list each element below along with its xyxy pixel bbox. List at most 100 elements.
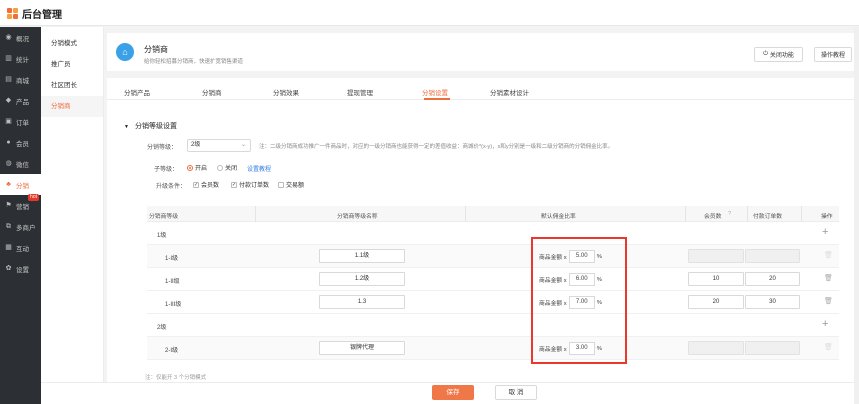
sidebar-item-label: 商城 bbox=[16, 77, 29, 85]
add-icon[interactable]: + bbox=[822, 318, 828, 330]
sublevel-on-label: 开启 bbox=[195, 166, 208, 172]
level-table: 分销商等级 分销商等级名称 默认佣金比率 会员数 ? 付款订单数 操作 1级 +… bbox=[147, 206, 839, 376]
level-name-input[interactable]: 1.1级 bbox=[319, 249, 405, 263]
cancel-button[interactable]: 取 消 bbox=[495, 385, 537, 400]
tab-bar: 分销产品 分销商 分销效果 提现管理 分销设置 分销素材设计 bbox=[107, 78, 859, 100]
sidebar-item-settings[interactable]: ✿ 设置 bbox=[0, 258, 41, 279]
level-select[interactable]: 2级 ⌄ bbox=[187, 139, 251, 152]
radio-unchecked-icon bbox=[217, 164, 223, 171]
chart-icon: ▥ bbox=[5, 55, 12, 62]
sidebar-item-members[interactable]: ● 会员 bbox=[0, 132, 41, 153]
section-title-text: 分销等级设置 bbox=[134, 123, 177, 130]
tab-effect[interactable]: 分销效果 bbox=[273, 87, 299, 97]
upgrade-condition-label: 升级条件： bbox=[156, 184, 187, 190]
merchant-icon: ⧉ bbox=[6, 223, 11, 230]
sublevel-off-radio[interactable]: 关闭 bbox=[217, 163, 237, 172]
sidebar-item-label: 微信 bbox=[16, 161, 29, 169]
col-header-level: 分销商等级 bbox=[149, 214, 178, 220]
sidebar-item-label: 互动 bbox=[16, 245, 29, 253]
sidebar-item-interact[interactable]: ▦ 互动 bbox=[0, 237, 41, 258]
trash-icon: 🗑 bbox=[824, 344, 833, 351]
app-logo[interactable]: 后台管理 bbox=[7, 6, 62, 21]
gear-icon: ✿ bbox=[5, 265, 12, 272]
trade-volume-checkbox[interactable]: 交易额 bbox=[278, 180, 304, 189]
sidebar-item-orders[interactable]: ▣ 订单 bbox=[0, 111, 41, 132]
level-label: 分销等级： bbox=[147, 145, 178, 151]
sidebar-item-stats[interactable]: ▥ 统计 bbox=[0, 48, 41, 69]
order-icon: ▣ bbox=[5, 118, 12, 125]
sidebar-item-label: 产品 bbox=[16, 98, 29, 106]
tab-products[interactable]: 分销产品 bbox=[124, 87, 150, 97]
col-header-actions: 操作 bbox=[821, 214, 833, 220]
tab-distributors[interactable]: 分销商 bbox=[202, 87, 222, 97]
subnav-item-mode[interactable]: 分销模式 bbox=[41, 33, 103, 54]
col-header-members: 会员数 bbox=[704, 214, 722, 220]
tab-materials[interactable]: 分销素材设计 bbox=[490, 87, 529, 97]
page-title: 分销商 bbox=[144, 45, 168, 54]
level-name-input[interactable]: 银牌代理 bbox=[319, 341, 405, 355]
members-input[interactable]: 10 bbox=[688, 272, 744, 286]
scrollbar[interactable] bbox=[854, 27, 859, 404]
trade-volume-label: 交易额 bbox=[286, 183, 305, 189]
tab-withdraw[interactable]: 提现管理 bbox=[347, 87, 373, 97]
sidebar-item-distribution[interactable]: ♣ 分销 bbox=[0, 174, 41, 195]
top-bar: 后台管理 bbox=[0, 0, 859, 26]
member-count-checkbox[interactable]: ✓ 会员数 bbox=[193, 180, 219, 189]
hot-badge: hot bbox=[28, 194, 39, 201]
trash-icon[interactable]: 🗑 bbox=[824, 298, 833, 306]
sidebar-item-label: 营销 bbox=[16, 203, 29, 211]
active-tab-indicator bbox=[424, 98, 450, 100]
paid-orders-input[interactable]: 20 bbox=[745, 272, 800, 286]
column-divider bbox=[685, 206, 686, 222]
checkbox-unchecked-icon bbox=[278, 181, 284, 188]
paid-orders-input[interactable]: 30 bbox=[745, 295, 800, 309]
close-feature-button[interactable]: ⏻ 关闭功能 bbox=[754, 47, 803, 62]
column-divider bbox=[255, 206, 256, 222]
power-icon: ⏻ bbox=[763, 51, 768, 57]
radio-checked-icon bbox=[187, 164, 193, 171]
sidebar-item-overview[interactable]: ◉ 概况 bbox=[0, 27, 41, 48]
level-name-input[interactable]: 1.2级 bbox=[319, 272, 405, 286]
logo-icon bbox=[7, 7, 19, 20]
tab-settings[interactable]: 分销设置 bbox=[422, 87, 448, 97]
member-icon: ● bbox=[6, 139, 11, 146]
level-name-input[interactable]: 1.3 bbox=[319, 295, 405, 309]
section-title[interactable]: ▼ 分销等级设置 bbox=[124, 121, 177, 131]
trash-icon[interactable]: 🗑 bbox=[824, 275, 833, 283]
sidebar-item-store[interactable]: ▤ 商城 bbox=[0, 69, 41, 90]
app-title: 后台管理 bbox=[22, 10, 62, 21]
subnav-item-community-leader[interactable]: 社区团长 bbox=[41, 75, 103, 96]
sidebar-item-label: 会员 bbox=[16, 140, 29, 148]
group-row: 2级 + bbox=[147, 314, 839, 337]
table-header: 分销商等级 分销商等级名称 默认佣金比率 会员数 ? 付款订单数 操作 bbox=[147, 206, 839, 222]
tutorial-button[interactable]: 操作教程 bbox=[814, 47, 852, 62]
level-code: 1-III级 bbox=[165, 302, 182, 308]
sublevel-on-radio[interactable]: 开启 bbox=[187, 163, 207, 172]
column-divider bbox=[465, 206, 466, 222]
highlight-box bbox=[531, 237, 627, 364]
subnav-item-distributor[interactable]: 分销商 bbox=[41, 96, 103, 117]
table-row: 2-I级 银牌代理 商品金额 x 3.00% 🗑 bbox=[147, 337, 839, 360]
subnav-item-promoter[interactable]: 推广员 bbox=[41, 54, 103, 75]
settings-panel: 分销产品 分销商 分销效果 提现管理 分销设置 分销素材设计 ▼ 分销等级设置 分… bbox=[107, 78, 859, 404]
main-sidebar: ◉ 概况 ▥ 统计 ▤ 商城 ◆ 产品 ▣ 订单 ● 会员 ◍ 微信 ♣ 分销 ⚑ 营销 hot ⧉… bbox=[0, 27, 41, 404]
save-button[interactable]: 保存 bbox=[432, 385, 474, 400]
members-input[interactable]: 20 bbox=[688, 295, 744, 309]
distributor-icon: ⌂ bbox=[116, 43, 134, 61]
add-icon[interactable]: + bbox=[822, 226, 828, 238]
table-row: 1-III级 1.3 商品金额 x 7.00% 20 30 🗑 bbox=[147, 291, 839, 314]
level-code: 1-II级 bbox=[165, 279, 180, 285]
sidebar-item-wechat[interactable]: ◍ 微信 bbox=[0, 153, 41, 174]
group-row: 1级 + bbox=[147, 222, 839, 245]
sidebar-item-label: 概况 bbox=[16, 35, 29, 43]
sidebar-item-merchants[interactable]: ⧉ 多商户 bbox=[0, 216, 41, 237]
level-note: 注：二级分销商成功推广一件商品时，对应的一级分销商也能获得一定的差值收益：商城价… bbox=[259, 144, 614, 150]
sidebar-item-products[interactable]: ◆ 产品 bbox=[0, 90, 41, 111]
sidebar-item-marketing[interactable]: ⚑ 营销 hot bbox=[0, 194, 41, 216]
help-icon[interactable]: ? bbox=[728, 211, 731, 217]
sidebar-item-label: 统计 bbox=[16, 56, 29, 64]
paid-orders-input bbox=[745, 249, 800, 263]
paid-orders-checkbox[interactable]: ✓ 付款订单数 bbox=[231, 180, 269, 189]
table-row: 1-II级 1.2级 商品金额 x 6.00% 10 20 🗑 bbox=[147, 268, 839, 291]
settings-tutorial-link[interactable]: 设置教程 bbox=[247, 164, 271, 173]
